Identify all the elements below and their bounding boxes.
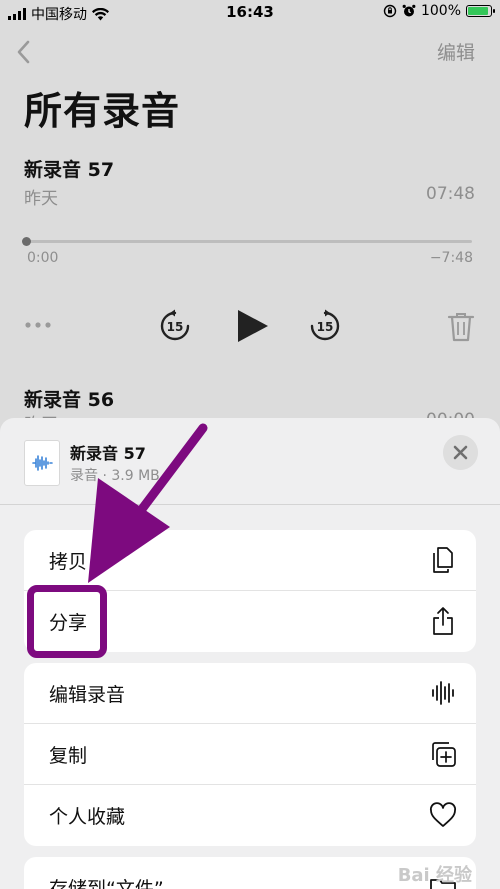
page-title: 所有录音 (24, 89, 181, 133)
status-bar: 中国移动 16:43 100% (0, 0, 500, 26)
file-title: 新录音 57 (70, 444, 146, 463)
scrubber-handle[interactable] (22, 237, 31, 246)
close-icon[interactable] (443, 435, 478, 470)
waveform-icon (432, 681, 454, 705)
action-label: 个人收藏 (49, 806, 126, 828)
more-options-icon[interactable] (24, 320, 54, 330)
action-duplicate[interactable]: 复制 (24, 724, 476, 785)
elapsed-time: 0:00 (27, 250, 59, 266)
action-label: 复制 (49, 745, 88, 767)
share-icon (433, 607, 453, 635)
action-label: 拷贝 (49, 551, 88, 573)
skip-forward-15-icon[interactable]: 15 (308, 309, 342, 343)
skip-back-15-icon[interactable]: 15 (158, 309, 192, 343)
skip-forward-seconds: 15 (317, 320, 334, 334)
battery-percent: 100% (420, 3, 461, 19)
battery-icon (466, 5, 495, 17)
copy-icon (433, 547, 453, 573)
annotation-highlight-box (27, 585, 107, 658)
action-label: 存储到“文件” (49, 878, 164, 889)
file-meta: 录音 · 3.9 MB (70, 468, 160, 484)
action-label: 编辑录音 (49, 684, 126, 706)
audio-file-icon (24, 440, 60, 486)
recording-title[interactable]: 新录音 56 (24, 385, 114, 412)
play-icon[interactable] (234, 308, 270, 344)
skip-back-seconds: 15 (167, 320, 184, 334)
recording-duration: 07:48 (426, 184, 475, 204)
back-chevron-icon[interactable] (12, 38, 36, 66)
action-group: 编辑录音 复制 个人收藏 (24, 663, 476, 846)
divider (0, 504, 500, 505)
share-sheet-header: 新录音 57 录音 · 3.9 MB (0, 418, 500, 506)
heart-icon (430, 802, 456, 827)
duplicate-icon (432, 742, 456, 767)
remaining-time: −7:48 (429, 250, 473, 266)
recording-title[interactable]: 新录音 57 (24, 155, 114, 182)
playback-scrubber[interactable] (22, 237, 472, 246)
alarm-icon (402, 4, 416, 17)
trash-icon[interactable] (446, 310, 476, 342)
action-edit-recording[interactable]: 编辑录音 (24, 663, 476, 724)
status-right: 100% (383, 3, 495, 19)
action-copy[interactable]: 拷贝 (24, 530, 476, 591)
edit-button[interactable]: 编辑 (437, 38, 475, 65)
orientation-lock-icon (383, 4, 397, 18)
watermark: Bai 经验 (397, 865, 472, 886)
recording-date: 昨天 (24, 189, 58, 209)
action-favorite[interactable]: 个人收藏 (24, 785, 476, 846)
